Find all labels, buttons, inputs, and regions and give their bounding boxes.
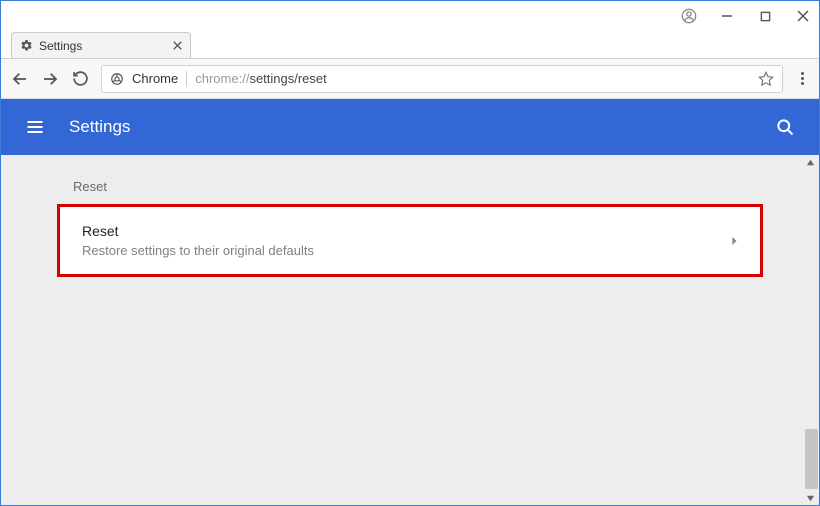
content-area: Reset Reset Restore settings to their or… <box>1 155 819 505</box>
close-icon[interactable] <box>173 41 182 50</box>
highlight-box: Reset Restore settings to their original… <box>57 204 763 277</box>
chevron-right-icon <box>730 236 738 246</box>
browser-menu-button[interactable] <box>795 72 809 85</box>
address-bar[interactable]: Chrome chrome://settings/reset <box>101 65 783 93</box>
tab-settings[interactable]: Settings <box>11 32 191 58</box>
chrome-icon <box>110 72 124 86</box>
window-minimize-button[interactable] <box>719 8 735 24</box>
tab-title: Settings <box>39 39 173 53</box>
user-avatar-icon[interactable] <box>681 8 697 24</box>
hamburger-icon[interactable] <box>25 117 45 137</box>
settings-appbar: Settings <box>1 99 819 155</box>
gear-icon <box>20 39 33 52</box>
back-button[interactable] <box>11 70 29 88</box>
appbar-title: Settings <box>69 117 130 137</box>
address-separator <box>186 71 187 87</box>
scroll-down-arrow-icon[interactable] <box>803 491 817 505</box>
forward-button[interactable] <box>41 70 59 88</box>
reset-card-text: Reset Restore settings to their original… <box>82 223 730 258</box>
window-maximize-button[interactable] <box>757 8 773 24</box>
window-close-button[interactable] <box>795 8 811 24</box>
address-url: chrome://settings/reset <box>195 71 327 86</box>
window-titlebar <box>1 1 819 31</box>
reset-card[interactable]: Reset Restore settings to their original… <box>60 207 760 274</box>
tab-strip: Settings <box>1 31 819 59</box>
reset-card-title: Reset <box>82 223 730 239</box>
address-prefix: Chrome <box>132 71 178 86</box>
search-icon[interactable] <box>775 117 795 137</box>
section-label: Reset <box>1 155 819 204</box>
bookmark-star-icon[interactable] <box>758 71 774 87</box>
reset-card-description: Restore settings to their original defau… <box>82 243 730 258</box>
browser-toolbar: Chrome chrome://settings/reset <box>1 59 819 99</box>
scroll-up-arrow-icon[interactable] <box>803 155 817 169</box>
reload-button[interactable] <box>71 70 89 88</box>
scrollbar-thumb[interactable] <box>805 429 818 489</box>
